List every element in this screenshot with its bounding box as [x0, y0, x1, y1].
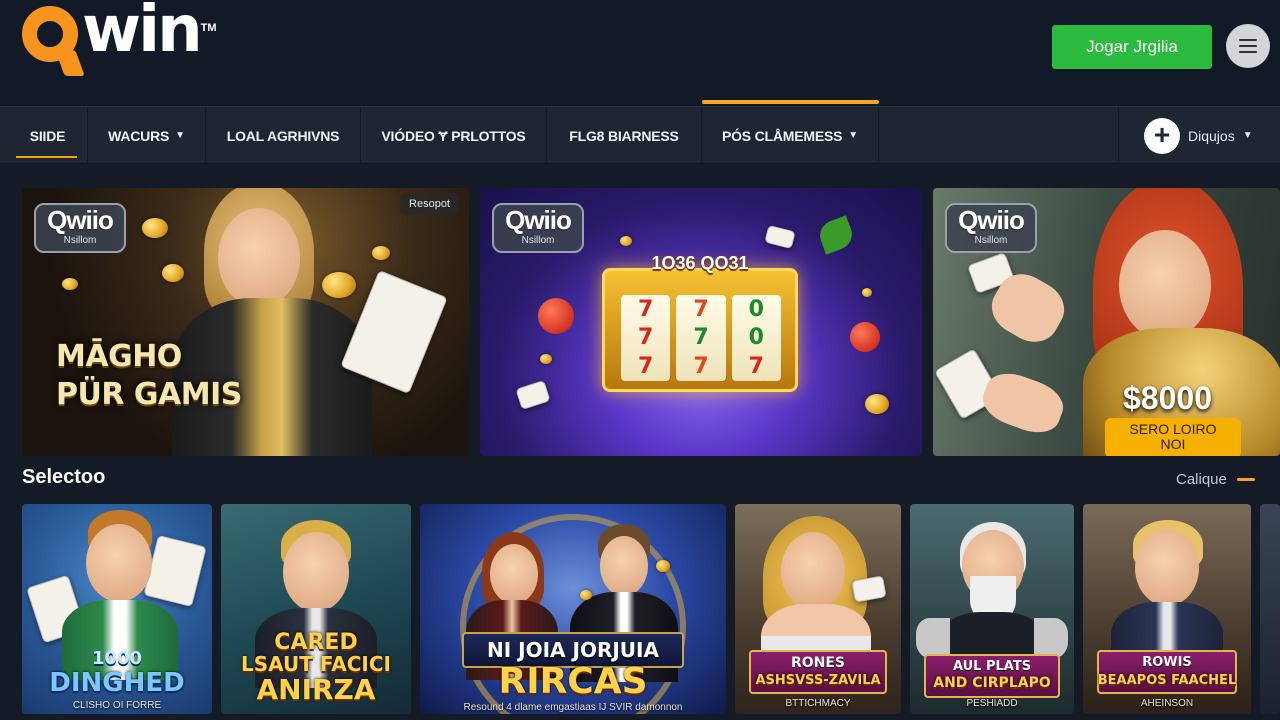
badge-title: Qwiio [958, 205, 1025, 235]
game-tile[interactable]: 1000 DINGHED CLISHO OI FORRE [22, 504, 212, 714]
badge-subtitle: Nsillom [63, 235, 97, 246]
tile-title-line-2: RIRCAS [498, 661, 648, 702]
tile-subtitle: Resound 4 dlame emgastiaas IJ SVIR damon… [463, 702, 683, 713]
badge-title: Qwiio [505, 205, 572, 235]
logo-wordmark: win [82, 0, 203, 67]
nav-highlight-bar [702, 100, 879, 104]
slot-machine: 1O36 QO31 777 777 007 [602, 253, 798, 392]
see-all-label: Calique [1176, 471, 1227, 488]
tile-subtitle: AHEINSON [1140, 698, 1194, 709]
caret-down-icon: ▼ [848, 130, 858, 141]
section-title: Selectoo [22, 466, 106, 488]
tile-title-line-2: AND CIRPLAPO [933, 675, 1051, 691]
slot-reel: 777 [621, 295, 671, 381]
game-tile-featured[interactable]: NI JOIA JORJUIA RIRCAS Resound 4 dlame e… [420, 504, 726, 714]
nav-item-wacurs[interactable]: WACURS ▼ [88, 107, 206, 164]
caret-down-icon: ▼ [1242, 130, 1253, 141]
banner-headline: MĀGHO PÜR GAMIS [56, 338, 242, 414]
hamburger-icon[interactable] [1226, 24, 1270, 68]
site-header: win TM Jogar Jrgilia [0, 0, 1280, 106]
caret-down-icon: ▼ [175, 130, 185, 141]
tile-subtitle: CLISHO OI FORRE [72, 700, 162, 711]
tile-title-line-3: ANIRZA [256, 673, 376, 706]
nav-item-siide[interactable]: SIIDE [0, 107, 88, 164]
game-tile-partial[interactable] [1260, 504, 1280, 714]
promo-banner-1[interactable]: Qwiio Nsillom Resopot MĀGHO PÜR GAMIS [22, 188, 469, 456]
badge-title: Qwiio [47, 205, 114, 235]
tile-title-line-1: 1000 [91, 648, 143, 669]
tile-title-line-1: ROWIS [1142, 655, 1192, 670]
see-all-link[interactable]: Calique [1176, 471, 1255, 488]
brand-badge: Qwiio Nsillom [34, 203, 126, 253]
game-tile[interactable]: ROWIS BEAAPOS FAACHEL AHEINSON [1083, 504, 1251, 714]
slot-reels: 777 777 007 [621, 295, 781, 381]
play-now-button[interactable]: Jogar Jrgilia [1052, 25, 1212, 69]
main-nav: SIIDE WACURS ▼ LOAL AGRHIVNS VIÓDEO Ɏ PRL… [0, 100, 1280, 164]
slot-reel: 007 [731, 295, 781, 381]
nav-more-dropdown[interactable]: + Diqujos ▼ [1118, 107, 1280, 164]
headline-line-1: MĀGHO [56, 339, 182, 374]
nav-item-label: SIIDE [29, 127, 66, 144]
plus-icon[interactable]: + [1144, 117, 1180, 154]
claim-bonus-button[interactable]: SERO LOIRO NOI [1105, 418, 1241, 456]
tile-title-line-2: LSAUT FACICI [241, 652, 391, 676]
slot-title: 1O36 QO31 [651, 253, 749, 273]
claim-button-line-2: NOI [1160, 436, 1186, 452]
promo-banner-2[interactable]: 1O36 QO31 777 777 007 Qwiio Nsillom [480, 188, 922, 456]
brand-badge: Qwiio Nsillom [492, 203, 584, 253]
logo-q-mark [22, 6, 85, 76]
nav-item-label: LOAL AGRHIVNS [226, 127, 340, 144]
badge-subtitle: Nsillom [974, 235, 1008, 246]
nav-item-label: FLG8 BIARNESS [569, 127, 679, 144]
badge-subtitle: Nsillom [521, 235, 555, 246]
nav-item-label: PÓS CLÅMEMESS [721, 127, 843, 144]
tile-title-line-1: CARED [274, 630, 358, 655]
claim-button-line-1: SERO LOIRO [1129, 421, 1217, 437]
nav-item-pos-clamemess[interactable]: PÓS CLÅMEMESS ▼ [702, 107, 879, 164]
accent-bar [1236, 478, 1255, 481]
banner-tag: Resopot [400, 193, 459, 215]
nav-item-label: VIÓDEO Ɏ PRLOTTOS [381, 127, 526, 144]
game-tile[interactable]: AUL PLATS AND CIRPLAPO PESHIADD [910, 504, 1074, 714]
tile-subtitle: BTTICHMACY [785, 698, 851, 709]
nav-more-label: Diqujos [1188, 127, 1235, 144]
tile-title-line-2: DINGHED [49, 668, 185, 698]
brand-badge: Qwiio Nsillom [945, 203, 1037, 253]
nav-item-flg8-biarness[interactable]: FLG8 BIARNESS [547, 107, 702, 164]
tile-title-line-1: RONES [790, 655, 846, 671]
slot-reel: 777 [676, 295, 726, 381]
nav-item-label: WACURS [108, 127, 170, 144]
game-tile[interactable]: RONES ASHSVSS-ZAVILA BTTICHMACY [735, 504, 901, 714]
tile-title-line-2: ASHSVSS-ZAVILA [755, 673, 881, 688]
brand-logo[interactable]: win TM [22, 0, 217, 80]
tile-title-line-1: NI JOIA JORJUIA [487, 638, 659, 662]
tile-title-line-2: BEAAPOS FAACHEL [1097, 673, 1237, 688]
prize-amount: $8000 [1123, 380, 1212, 416]
promo-banner-3[interactable]: Qwiio Nsillom $8000 SERO LOIRO NOI [933, 188, 1280, 456]
nav-item-loal-agrhivns[interactable]: LOAL AGRHIVNS [206, 107, 361, 164]
logo-trademark: TM [200, 22, 217, 34]
tile-title-line-1: AUL PLATS [952, 659, 1032, 674]
game-tile[interactable]: CARED LSAUT FACICI ANIRZA [221, 504, 411, 714]
tile-subtitle: PESHIADD [966, 698, 1018, 709]
nav-item-video-prlottos[interactable]: VIÓDEO Ɏ PRLOTTOS [361, 107, 547, 164]
headline-line-2: PÜR GAMIS [56, 377, 242, 412]
